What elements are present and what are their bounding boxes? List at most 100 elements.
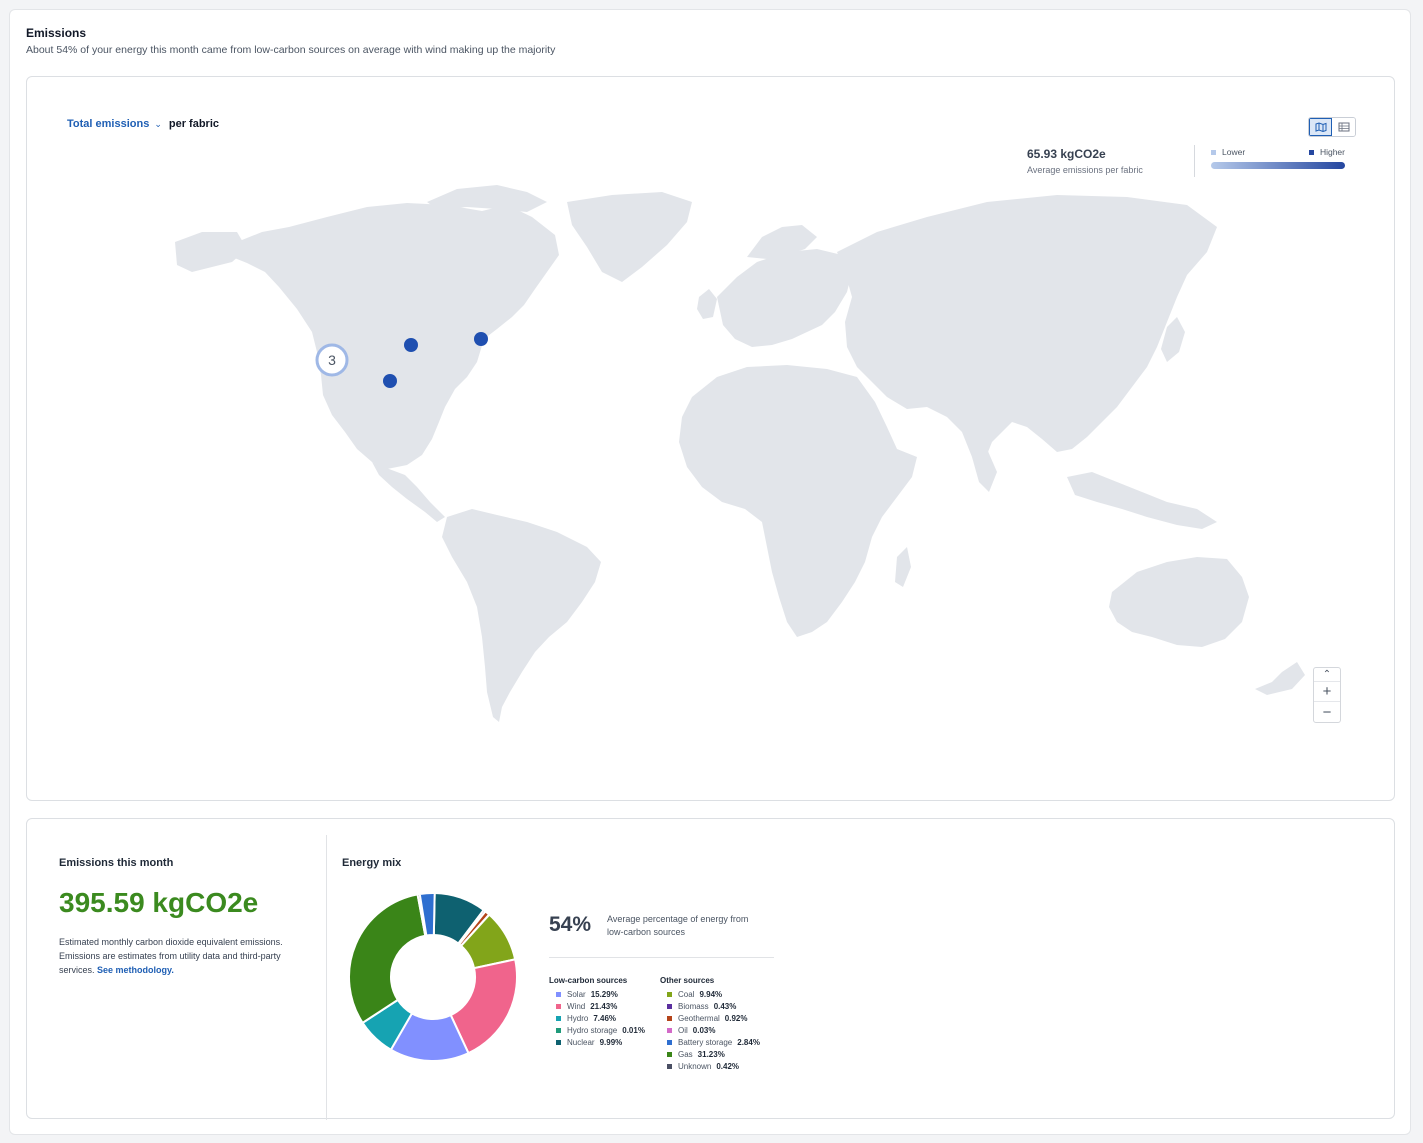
legend-item-gas[interactable]: Gas 31.23% [660, 1048, 760, 1060]
legend-swatch [667, 1039, 672, 1045]
land-new-zealand [1255, 662, 1305, 695]
legend-higher: Higher [1308, 147, 1345, 157]
legend-label: Biomass [678, 1001, 709, 1011]
land-uk [697, 289, 717, 319]
legend-label: Gas [678, 1049, 693, 1059]
divider [549, 957, 774, 958]
zoom-in-button[interactable]: + [1314, 682, 1340, 702]
summary-card: Emissions this month 395.59 kgCO2e Estim… [26, 818, 1395, 1120]
legend-value: 0.43% [713, 1001, 737, 1011]
metric-suffix: per fabric [168, 118, 220, 130]
legend-item-oil[interactable]: Oil 0.03% [660, 1024, 760, 1036]
land-australia [1109, 557, 1249, 647]
legend-value: 15.29% [590, 989, 618, 999]
land-north-america [232, 203, 559, 469]
legend-item-hydro-storage[interactable]: Hydro storage 0.01% [549, 1024, 645, 1036]
emissions-panel: Emissions About 54% of your energy this … [9, 9, 1411, 1135]
low-carbon-percentage-label: Average percentage of energy from low-ca… [607, 914, 749, 937]
legend-label: Battery storage [678, 1037, 733, 1047]
world-map[interactable]: 3 [27, 77, 1395, 801]
table-view-button[interactable] [1332, 118, 1355, 136]
chevron-down-icon[interactable]: ⌄ [154, 119, 162, 130]
land-alaska [175, 232, 247, 272]
legend-swatch [667, 1003, 672, 1009]
legend-label: Nuclear [567, 1037, 595, 1047]
legend-swatch [556, 991, 561, 997]
legend-label: Geothermal [678, 1013, 720, 1023]
land-indonesia [1067, 472, 1217, 529]
average-label: Average emissions per fabric [1027, 165, 1143, 175]
fabric-marker[interactable] [404, 338, 418, 352]
low-carbon-percentage: 54% [549, 913, 592, 936]
emissions-month-description: Estimated monthly carbon dioxide equival… [59, 937, 283, 975]
legend-value: 7.46% [593, 1013, 617, 1023]
legend-swatch [556, 1039, 561, 1045]
donut-slice-gas[interactable] [348, 893, 427, 1025]
legend-item-nuclear[interactable]: Nuclear 9.99% [549, 1036, 645, 1048]
legend-swatch [667, 1051, 672, 1057]
average-value: 65.93 kgCO2e [1027, 147, 1106, 161]
legend-item-wind[interactable]: Wind 21.43% [549, 1000, 645, 1012]
land-masses [175, 185, 1305, 722]
zoom-controls: ⌃ + − [1313, 667, 1341, 723]
view-toggle [1308, 117, 1356, 137]
metric-dropdown[interactable]: Total emissions [67, 118, 149, 130]
other-sources-legend: Other sources Coal 9.94% Biomass 0.43% Geoth… [660, 976, 760, 1072]
map-card: 3 Total emissions ⌄ per fabric 65.93 kgC… [26, 76, 1395, 801]
legend-label: Wind [567, 1001, 586, 1011]
legend-item-battery-storage[interactable]: Battery storage 2.84% [660, 1036, 760, 1048]
table-icon [1338, 122, 1349, 132]
legend-swatch [556, 1003, 561, 1009]
emissions-month-value: 395.59 kgCO2e [59, 887, 259, 918]
low-carbon-legend: Low-carbon sources Solar 15.29% Wind 21.43%… [549, 976, 645, 1048]
legend-item-coal[interactable]: Coal 9.94% [660, 988, 760, 1000]
legend-swatch [667, 1015, 672, 1021]
land-central-america [372, 462, 445, 522]
color-scale-bar [1211, 162, 1345, 169]
divider [1194, 145, 1195, 177]
land-madagascar [895, 547, 911, 587]
legend-value: 21.43% [590, 1001, 618, 1011]
legend-value: 2.84% [737, 1037, 760, 1047]
legend-label: Hydro [567, 1013, 589, 1023]
energy-mix-title: Energy mix [342, 857, 402, 869]
legend-item-unknown[interactable]: Unknown 0.42% [660, 1060, 760, 1072]
zoom-out-button[interactable]: − [1314, 702, 1340, 722]
legend-value: 0.42% [716, 1061, 740, 1071]
legend-swatch [667, 1027, 672, 1033]
fabric-marker[interactable] [474, 332, 488, 346]
cluster-count: 3 [328, 352, 336, 368]
fabric-marker[interactable] [383, 374, 397, 388]
land-india-tip [972, 449, 997, 492]
land-south-america [442, 509, 601, 722]
emissions-month-title: Emissions this month [59, 857, 174, 869]
other-legend-title: Other sources [660, 976, 715, 985]
average-emissions: 65.93 kgCO2e Average emissions per fabri… [1027, 147, 1143, 175]
legend-value: 9.94% [699, 989, 723, 999]
legend-label: Oil [678, 1025, 688, 1035]
panel-subtitle: About 54% of your energy this month came… [26, 44, 556, 56]
energy-mix-donut[interactable] [347, 891, 519, 1063]
methodology-link[interactable]: See methodology. [97, 965, 174, 975]
legend-value: 0.92% [724, 1013, 748, 1023]
plus-icon: + [1322, 683, 1332, 700]
legend-item-hydro[interactable]: Hydro 7.46% [549, 1012, 645, 1024]
legend-label: Coal [678, 989, 695, 999]
land-greenland [567, 192, 692, 282]
legend-label: Unknown [678, 1061, 712, 1071]
legend-item-geothermal[interactable]: Geothermal 0.92% [660, 1012, 760, 1024]
legend-swatch [667, 1063, 672, 1069]
low-carbon-legend-title: Low-carbon sources [549, 976, 628, 985]
legend-swatch [556, 1027, 561, 1033]
land-canada-islands [427, 185, 547, 212]
legend-item-biomass[interactable]: Biomass 0.43% [660, 1000, 760, 1012]
map-view-button[interactable] [1309, 118, 1332, 136]
chevron-up-icon[interactable]: ⌃ [1314, 668, 1340, 682]
metric-selector: Total emissions ⌄ per fabric [67, 118, 219, 130]
legend-swatch [667, 991, 672, 997]
legend-item-solar[interactable]: Solar 15.29% [549, 988, 645, 1000]
map-icon [1315, 122, 1326, 132]
land-africa [679, 365, 917, 637]
legend-value: 9.99% [599, 1037, 623, 1047]
land-asia [837, 195, 1217, 467]
